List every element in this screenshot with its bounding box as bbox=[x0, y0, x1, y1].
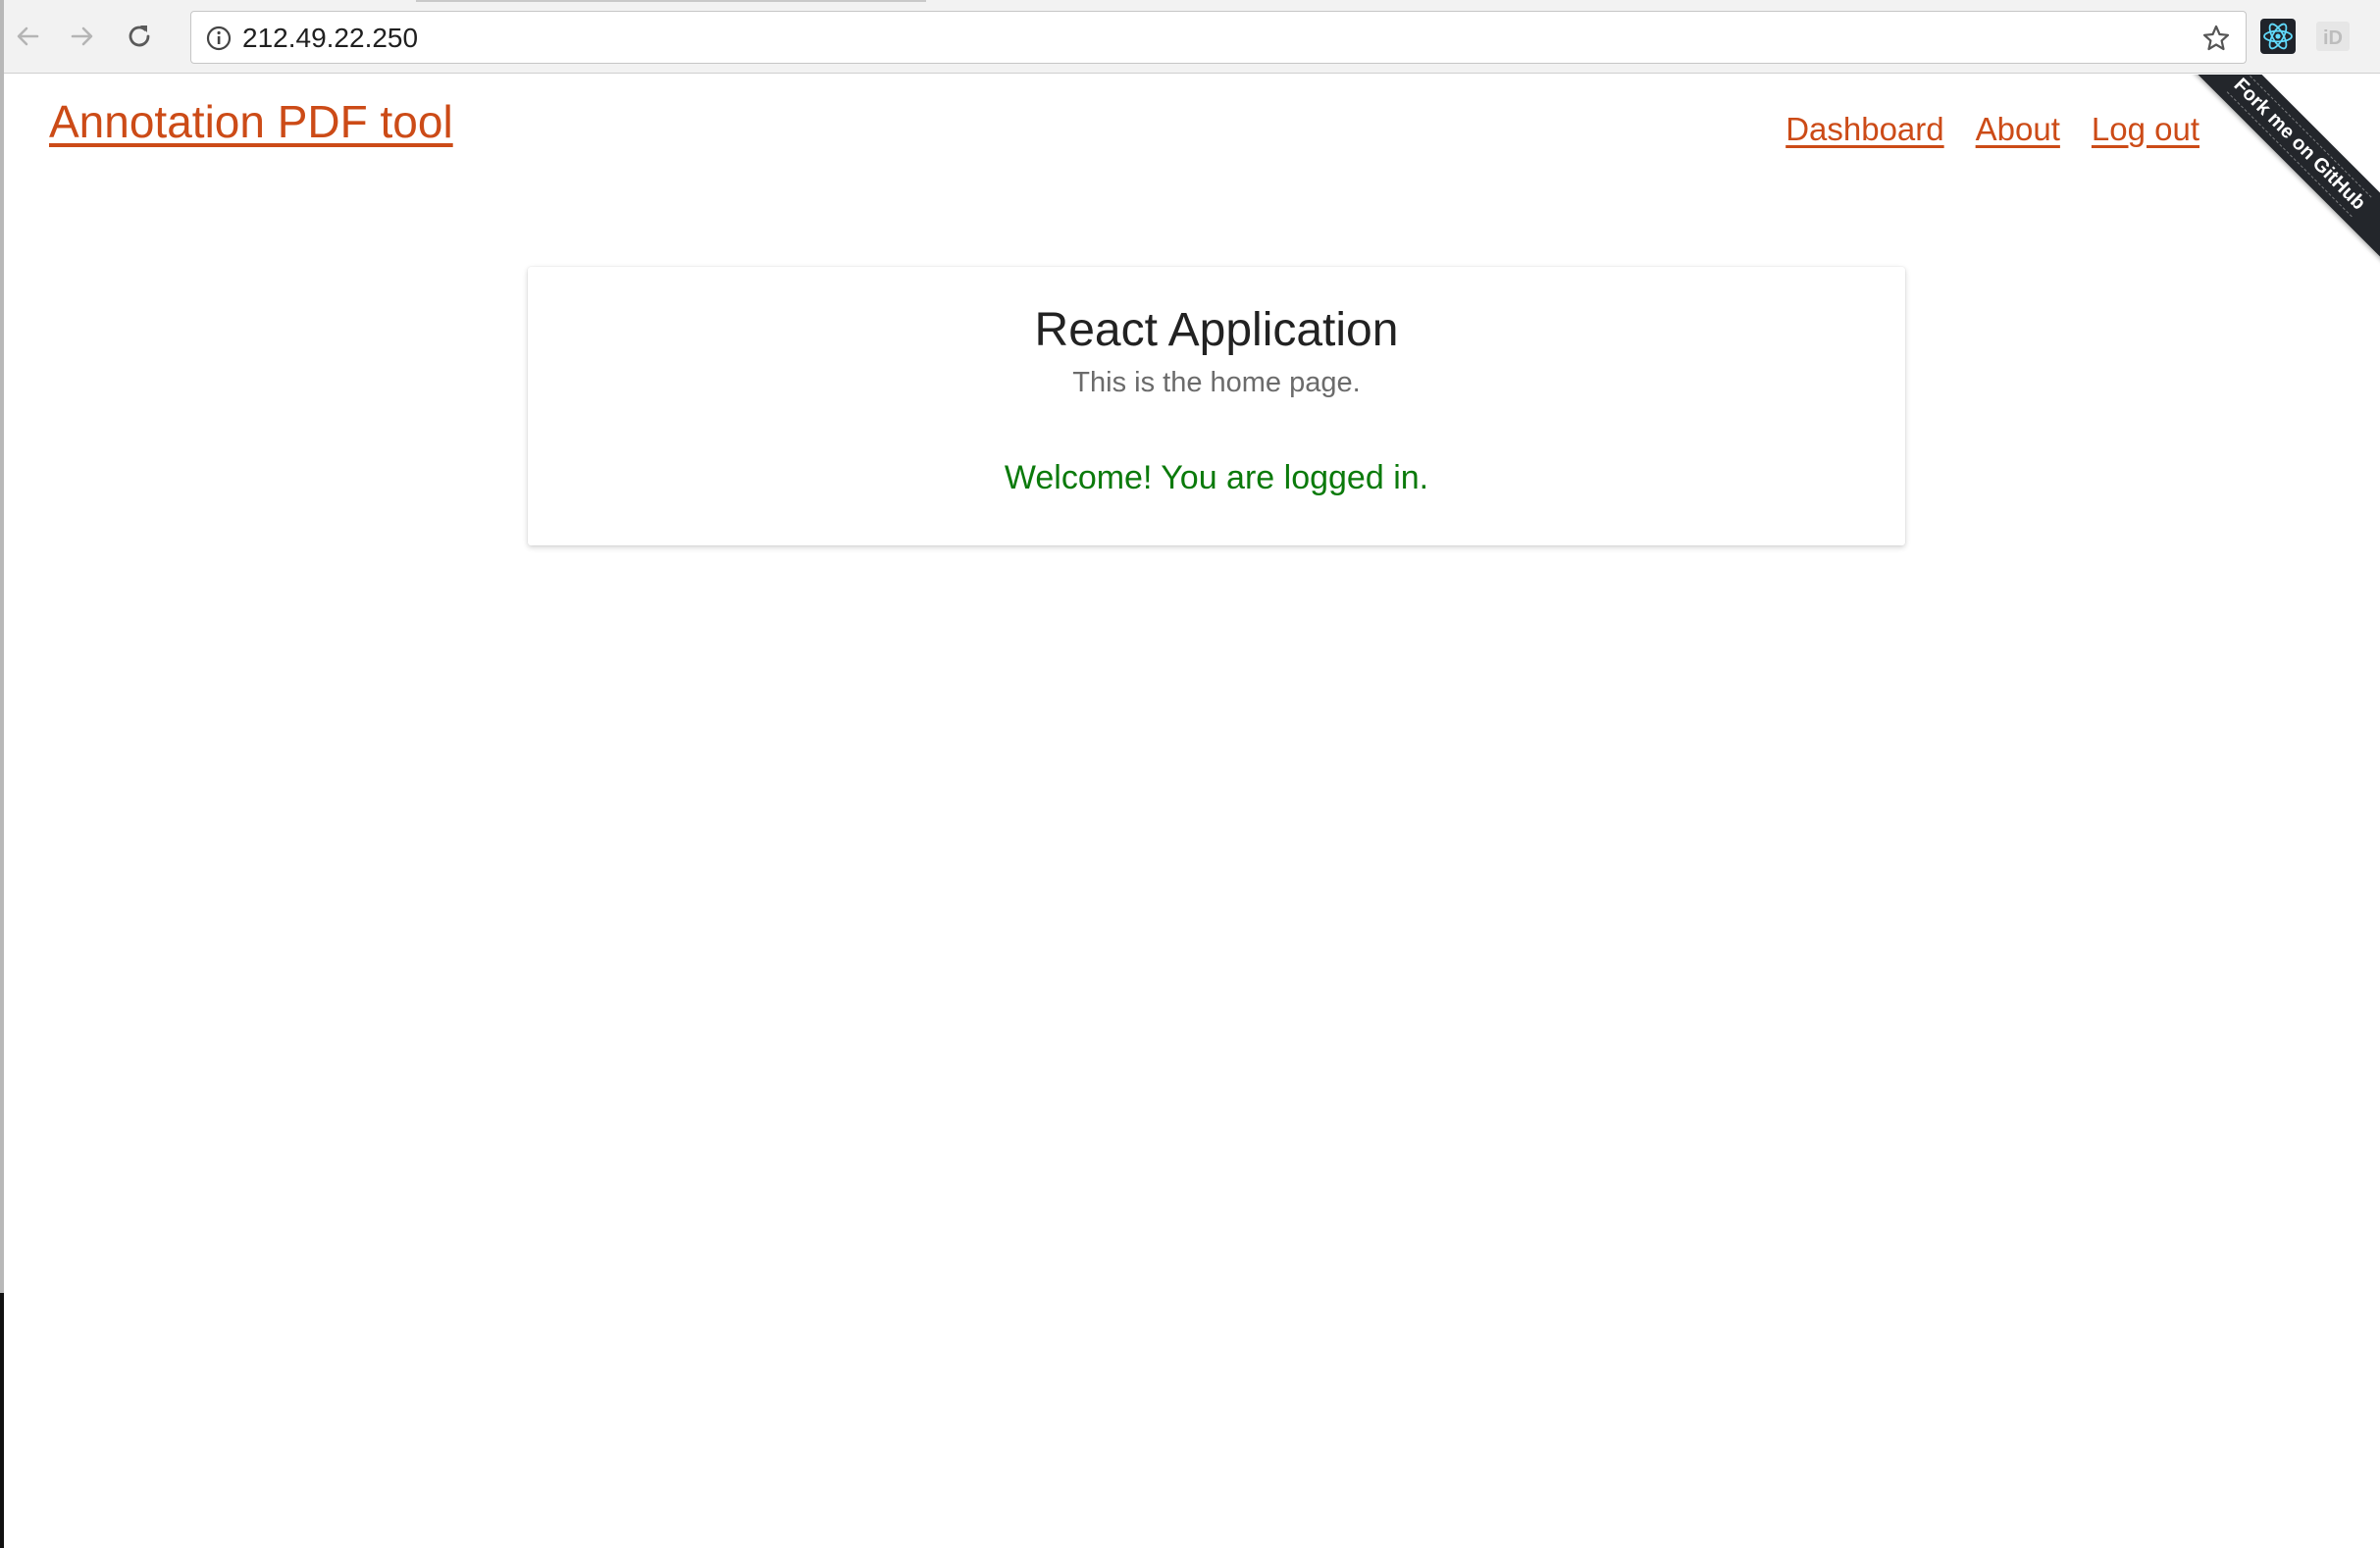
svg-text:iD: iD bbox=[2323, 27, 2343, 49]
card-title: React Application bbox=[1034, 304, 1399, 356]
page-content: Annotation PDF tool Dashboard About Log … bbox=[4, 75, 2380, 1548]
star-icon[interactable] bbox=[2200, 23, 2232, 54]
react-devtools-extension[interactable] bbox=[2260, 19, 2296, 54]
site-title-link[interactable]: Annotation PDF tool bbox=[49, 94, 453, 149]
reload-icon bbox=[129, 26, 150, 47]
nav-link-dashboard[interactable]: Dashboard bbox=[1785, 110, 1943, 149]
fork-me-ribbon[interactable]: Fork me on GitHub bbox=[2184, 75, 2380, 271]
url-text[interactable]: 212.49.22.250 bbox=[242, 23, 418, 54]
card-subtitle: This is the home page. bbox=[1072, 367, 1361, 398]
forward-button[interactable] bbox=[63, 17, 102, 56]
browser-window: 212.49.22.250 iD Annotation PDF tool Das… bbox=[0, 0, 2380, 1548]
id-extension-icon: iD bbox=[2316, 22, 2350, 51]
id-extension[interactable]: iD bbox=[2315, 19, 2351, 54]
tab-strip-hint bbox=[514, 0, 926, 2]
arrow-left-icon bbox=[17, 26, 39, 46]
home-card: React Application This is the home page.… bbox=[528, 267, 1905, 545]
back-button[interactable] bbox=[8, 17, 47, 56]
fork-me-ribbon-container: Fork me on GitHub bbox=[2184, 75, 2380, 271]
address-bar[interactable]: 212.49.22.250 bbox=[190, 11, 2247, 64]
info-icon[interactable] bbox=[205, 25, 233, 52]
top-nav: Dashboard About Log out bbox=[1785, 110, 2199, 149]
reload-button[interactable] bbox=[120, 17, 159, 56]
react-devtools-icon bbox=[2260, 19, 2296, 54]
arrow-right-icon bbox=[71, 26, 93, 46]
fork-me-ribbon-label: Fork me on GitHub bbox=[2227, 75, 2372, 217]
welcome-message: Welcome! You are logged in. bbox=[1004, 459, 1429, 496]
nav-link-about[interactable]: About bbox=[1976, 110, 2060, 149]
browser-toolbar: 212.49.22.250 iD bbox=[4, 0, 2380, 74]
